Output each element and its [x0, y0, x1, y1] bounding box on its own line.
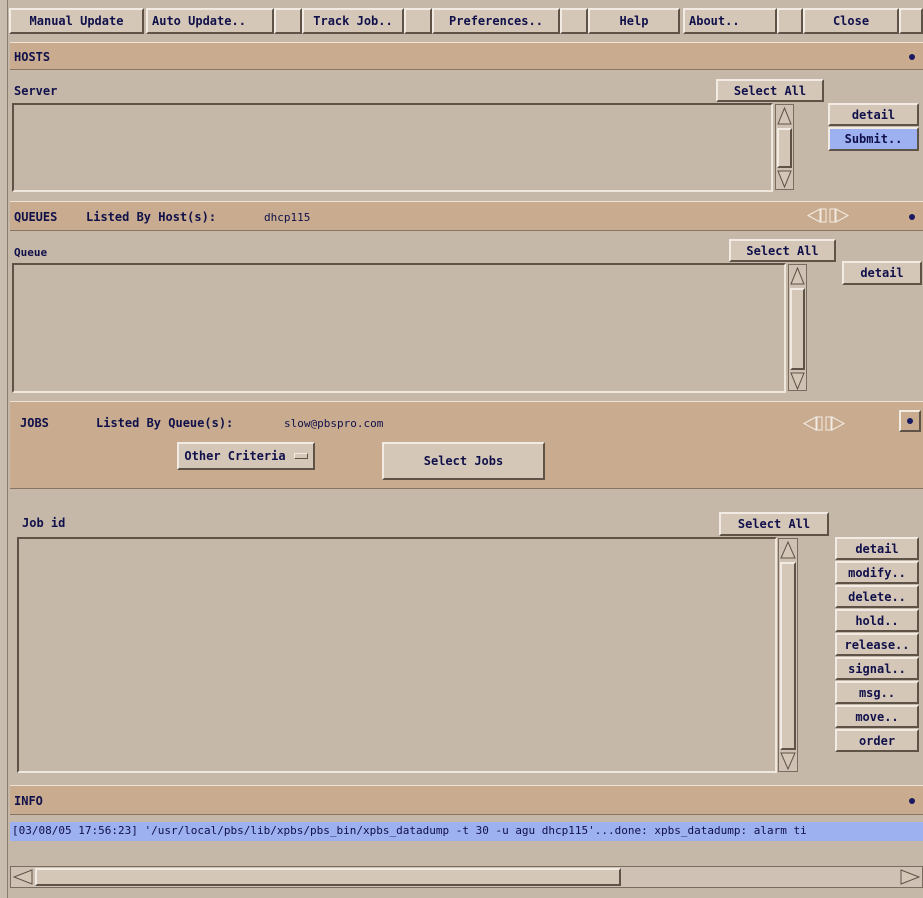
arrow-left-icon[interactable]: [806, 207, 828, 224]
order-button[interactable]: order: [835, 729, 919, 752]
jobs-scroll-thumb[interactable]: [780, 562, 796, 750]
submit-button[interactable]: Submit..: [828, 127, 919, 151]
menu-spacer: [274, 8, 302, 34]
info-title: INFO: [14, 794, 43, 808]
jobs-column-header: Job id: [22, 516, 66, 530]
signal-button[interactable]: signal..: [835, 657, 919, 680]
info-message-text: [03/08/05 17:56:23] '/usr/local/pbs/lib/…: [12, 824, 807, 837]
scroll-down-icon[interactable]: [780, 751, 796, 771]
jobs-listed-by-value: slow@pbspro.com: [284, 417, 384, 430]
queues-detail-button[interactable]: detail: [842, 261, 922, 285]
other-criteria-label: Other Criteria: [184, 449, 286, 463]
jobs-select-all-button[interactable]: Select All: [719, 512, 829, 536]
info-hscroll-thumb[interactable]: [35, 868, 621, 886]
help-button[interactable]: Help: [588, 8, 680, 34]
jobs-list[interactable]: [17, 537, 777, 773]
modify-button[interactable]: modify..: [835, 561, 919, 584]
hosts-list[interactable]: [12, 103, 773, 192]
queues-column-header: Queue: [14, 246, 48, 259]
queues-listed-by-value: dhcp115: [264, 211, 311, 224]
scroll-down-icon[interactable]: [777, 169, 792, 189]
queues-arrow-scroller[interactable]: [806, 207, 850, 224]
about-button[interactable]: About..: [683, 8, 777, 34]
menu-spacer: [899, 8, 923, 34]
jobs-listed-by-label: Listed By Queue(s):: [96, 416, 234, 430]
move-button[interactable]: move..: [835, 705, 919, 728]
queues-header: QUEUES Listed By Host(s): dhcp115: [10, 201, 923, 231]
scroll-up-icon[interactable]: [790, 266, 805, 286]
jobs-title: JOBS: [20, 416, 49, 430]
queues-scroll-thumb[interactable]: [790, 288, 805, 370]
track-job-button[interactable]: Track Job..: [302, 8, 404, 34]
scroll-up-icon[interactable]: [777, 106, 792, 126]
hosts-scroll-thumb[interactable]: [777, 128, 792, 168]
select-jobs-button[interactable]: Select Jobs: [382, 442, 545, 480]
queues-scrollbar[interactable]: [788, 264, 807, 391]
job-detail-button[interactable]: detail: [835, 537, 919, 560]
scroll-up-icon[interactable]: [780, 540, 796, 560]
queues-title: QUEUES: [14, 210, 58, 224]
menu-spacer: [404, 8, 432, 34]
arrow-right-icon[interactable]: [824, 415, 846, 432]
hosts-title: HOSTS: [14, 50, 51, 64]
scroll-left-icon[interactable]: [12, 868, 34, 886]
hosts-collapse-icon[interactable]: [909, 54, 915, 60]
arrow-right-icon[interactable]: [828, 207, 850, 224]
jobs-scrollbar[interactable]: [778, 538, 798, 772]
auto-update-button[interactable]: Auto Update..: [146, 8, 274, 34]
queues-select-all-button[interactable]: Select All: [729, 239, 836, 262]
queues-listed-by-label: Listed By Host(s):: [86, 210, 217, 224]
hosts-column-header: Server: [14, 84, 58, 98]
manual-update-button[interactable]: Manual Update: [9, 8, 144, 34]
scroll-right-icon[interactable]: [899, 868, 921, 886]
hosts-header: HOSTS: [10, 42, 923, 70]
info-header: INFO: [10, 785, 923, 815]
jobs-header: JOBS Listed By Queue(s): slow@pbspro.com…: [10, 401, 923, 489]
menu-spacer: [560, 8, 588, 34]
queues-collapse-icon[interactable]: [909, 214, 915, 220]
hosts-detail-button[interactable]: detail: [828, 103, 919, 126]
scroll-down-icon[interactable]: [790, 371, 805, 391]
info-hscrollbar[interactable]: [10, 866, 923, 888]
info-collapse-icon[interactable]: [909, 798, 915, 804]
close-button[interactable]: Close: [803, 8, 899, 34]
msg-button[interactable]: msg..: [835, 681, 919, 704]
menu-spacer: [777, 8, 803, 34]
jobs-collapse-button[interactable]: [899, 410, 921, 432]
info-message-area[interactable]: [03/08/05 17:56:23] '/usr/local/pbs/lib/…: [10, 817, 923, 867]
jobs-arrow-scroller[interactable]: [802, 415, 846, 432]
release-button[interactable]: release..: [835, 633, 919, 656]
window-left-edge: [0, 0, 8, 898]
hold-button[interactable]: hold..: [835, 609, 919, 632]
menu-bar: Manual Update Auto Update.. Track Job.. …: [8, 6, 923, 37]
hosts-select-all-button[interactable]: Select All: [716, 79, 824, 102]
hosts-scrollbar[interactable]: [775, 104, 794, 190]
other-criteria-menu[interactable]: Other Criteria: [177, 442, 315, 470]
arrow-left-icon[interactable]: [802, 415, 824, 432]
jobs-collapse-icon: [907, 418, 913, 424]
option-menu-indicator-icon: [293, 453, 308, 459]
preferences-button[interactable]: Preferences..: [432, 8, 560, 34]
delete-button[interactable]: delete..: [835, 585, 919, 608]
info-message-line[interactable]: [03/08/05 17:56:23] '/usr/local/pbs/lib/…: [10, 822, 923, 841]
queues-list[interactable]: [12, 263, 786, 393]
